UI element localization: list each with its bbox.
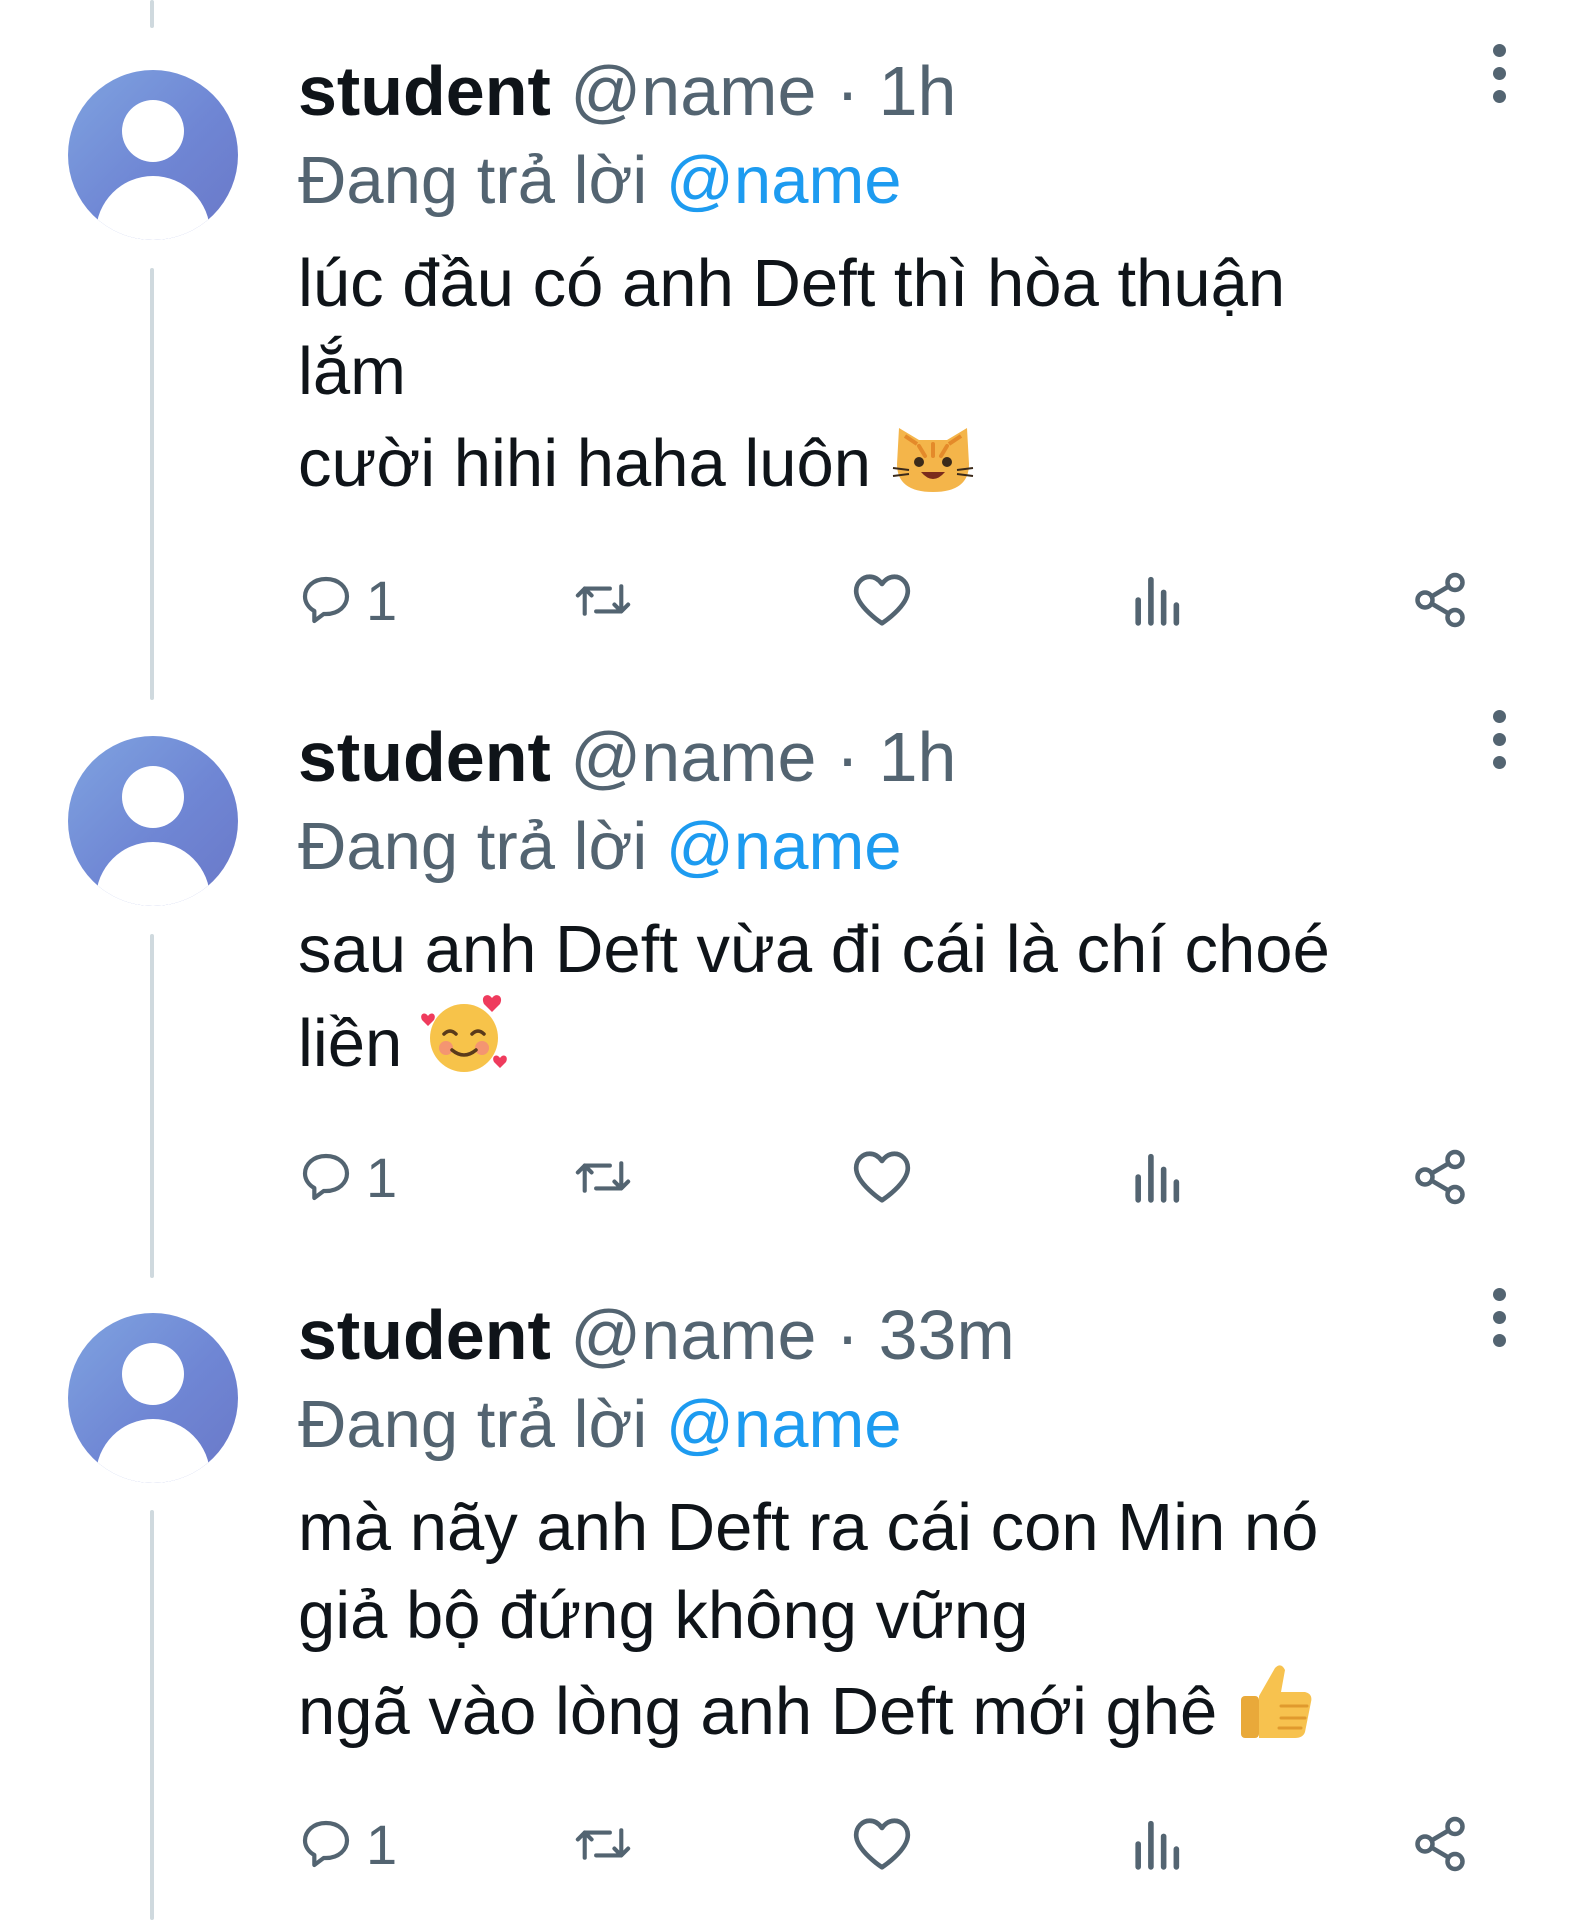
- handle[interactable]: @name: [570, 718, 816, 796]
- tweet-text: lúc đầu có anh Deft thì hòa thuận lắm cư…: [298, 240, 1499, 518]
- analytics-button[interactable]: [1130, 1137, 1182, 1217]
- retweet-icon: [575, 584, 631, 616]
- tweet-text-line: giả bộ đứng không vững: [298, 1578, 1029, 1653]
- reply-count: 1: [366, 1145, 398, 1209]
- smiling-face-with-hearts-emoji: [420, 994, 510, 1098]
- analytics-icon: [1135, 576, 1180, 626]
- heart-icon: [853, 1151, 911, 1203]
- avatar[interactable]: [68, 70, 238, 240]
- retweet-button[interactable]: [571, 560, 635, 640]
- tweet-header: student @name · 33m: [298, 1290, 1499, 1380]
- retweet-icon: [575, 1828, 631, 1860]
- share-icon: [1415, 1149, 1465, 1205]
- retweet-button[interactable]: [571, 1804, 635, 1884]
- separator: ·: [835, 1296, 860, 1374]
- replying-to: Đang trả lời @name: [298, 136, 1499, 226]
- replying-to: Đang trả lời @name: [298, 802, 1499, 892]
- tweet[interactable]: student @name · 1h Đang trả lời @name sa…: [0, 700, 1569, 1278]
- analytics-icon: [1135, 1153, 1180, 1203]
- replying-to-label: Đang trả lời: [298, 143, 648, 218]
- tweet-text-line: cười hihi haha luôn: [298, 426, 872, 501]
- share-icon: [1415, 572, 1465, 628]
- avatar[interactable]: [68, 736, 238, 906]
- tweet-actions: 1: [298, 1804, 1498, 1884]
- reply-mention[interactable]: @name: [666, 143, 902, 218]
- more-options-icon[interactable]: [1489, 694, 1509, 784]
- display-name[interactable]: student: [298, 718, 551, 796]
- smiling-cat-emoji: [889, 416, 977, 518]
- like-button[interactable]: [851, 560, 913, 640]
- reply-icon: [302, 576, 350, 624]
- tweet-header: student @name · 1h: [298, 712, 1499, 802]
- display-name[interactable]: student: [298, 1296, 551, 1374]
- timestamp[interactable]: 1h: [879, 52, 957, 130]
- reply-icon: [302, 1153, 350, 1201]
- share-button[interactable]: [1410, 1137, 1470, 1217]
- analytics-icon: [1135, 1820, 1180, 1870]
- timestamp[interactable]: 1h: [879, 718, 957, 796]
- tweet-text-line: lúc đầu có anh Deft thì hòa thuận: [298, 246, 1286, 321]
- tweet-actions: 1: [298, 1137, 1498, 1217]
- tweet-text: mà nãy anh Deft ra cái con Min nó giả bộ…: [298, 1484, 1499, 1766]
- handle[interactable]: @name: [570, 52, 816, 130]
- more-options-icon[interactable]: [1489, 1272, 1509, 1362]
- handle[interactable]: @name: [570, 1296, 816, 1374]
- share-button[interactable]: [1410, 1804, 1470, 1884]
- replying-to-label: Đang trả lời: [298, 1387, 648, 1462]
- avatar[interactable]: [68, 1313, 238, 1483]
- replying-to: Đang trả lời @name: [298, 1380, 1499, 1470]
- reply-count: 1: [366, 1812, 398, 1876]
- tweet-text-line: ngã vào lòng anh Deft mới ghê: [298, 1674, 1218, 1749]
- like-button[interactable]: [851, 1137, 913, 1217]
- tweet-actions: 1: [298, 560, 1498, 640]
- more-options-icon[interactable]: [1489, 28, 1509, 118]
- heart-icon: [853, 574, 911, 626]
- analytics-button[interactable]: [1130, 560, 1182, 640]
- separator: ·: [835, 718, 860, 796]
- heart-icon: [853, 1818, 911, 1870]
- display-name[interactable]: student: [298, 52, 551, 130]
- reply-button[interactable]: 1: [298, 1804, 397, 1884]
- tweet-text: sau anh Deft vừa đi cái là chí choé liền: [298, 906, 1499, 1098]
- tweet-text-line: sau anh Deft vừa đi cái là chí choé: [298, 912, 1330, 987]
- tweet[interactable]: student @name · 33m Đang trả lời @name m…: [0, 1278, 1569, 1920]
- replying-to-label: Đang trả lời: [298, 809, 648, 884]
- reply-button[interactable]: 1: [298, 560, 397, 640]
- tweet-text-line: mà nãy anh Deft ra cái con Min nó: [298, 1490, 1319, 1565]
- reply-count: 1: [366, 568, 398, 632]
- reply-button[interactable]: 1: [298, 1137, 397, 1217]
- like-button[interactable]: [851, 1804, 913, 1884]
- reply-mention[interactable]: @name: [666, 809, 902, 884]
- share-icon: [1415, 1816, 1465, 1872]
- retweet-button[interactable]: [571, 1137, 635, 1217]
- separator: ·: [835, 52, 860, 130]
- retweet-icon: [575, 1161, 631, 1193]
- share-button[interactable]: [1410, 560, 1470, 640]
- reply-mention[interactable]: @name: [666, 1387, 902, 1462]
- reply-thread: student @name · 1h Đang trả lời @name lú…: [0, 0, 1569, 1920]
- tweet-text-line: liền: [298, 1006, 403, 1081]
- tweet[interactable]: student @name · 1h Đang trả lời @name lú…: [0, 0, 1569, 700]
- reply-icon: [302, 1820, 350, 1868]
- tweet-header: student @name · 1h: [298, 46, 1499, 136]
- timestamp[interactable]: 33m: [879, 1296, 1015, 1374]
- thumbs-up-emoji: [1235, 1660, 1317, 1766]
- tweet-text-line: lắm: [298, 334, 406, 409]
- analytics-button[interactable]: [1130, 1804, 1182, 1884]
